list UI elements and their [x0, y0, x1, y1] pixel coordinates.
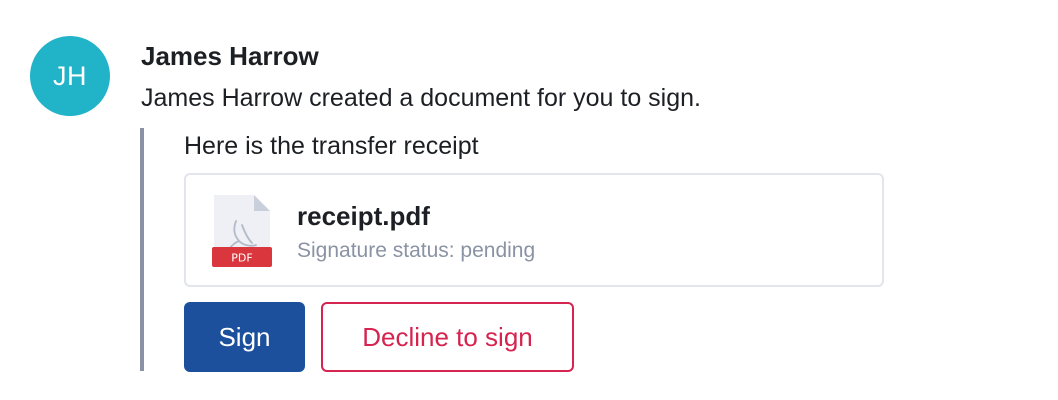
message-text: James Harrow created a document for you …	[141, 84, 701, 112]
pdf-badge-label: PDF	[231, 252, 252, 265]
avatar[interactable]: JH	[30, 36, 110, 116]
avatar-initials: JH	[53, 60, 87, 91]
file-name[interactable]: receipt.pdf	[297, 201, 430, 232]
quote-bar	[140, 128, 144, 371]
attachment-card[interactable]: PDF receipt.pdf Signature status: pendin…	[184, 173, 884, 287]
document-note: Here is the transfer receipt	[184, 132, 479, 160]
signature-request-message: JH James Harrow James Harrow created a d…	[0, 0, 1058, 400]
pdf-file-icon: PDF	[212, 195, 272, 267]
sender-name[interactable]: James Harrow	[141, 41, 319, 72]
sign-button[interactable]: Sign	[184, 302, 305, 372]
signature-status: Signature status: pending	[297, 239, 536, 262]
decline-to-sign-button[interactable]: Decline to sign	[321, 302, 574, 372]
